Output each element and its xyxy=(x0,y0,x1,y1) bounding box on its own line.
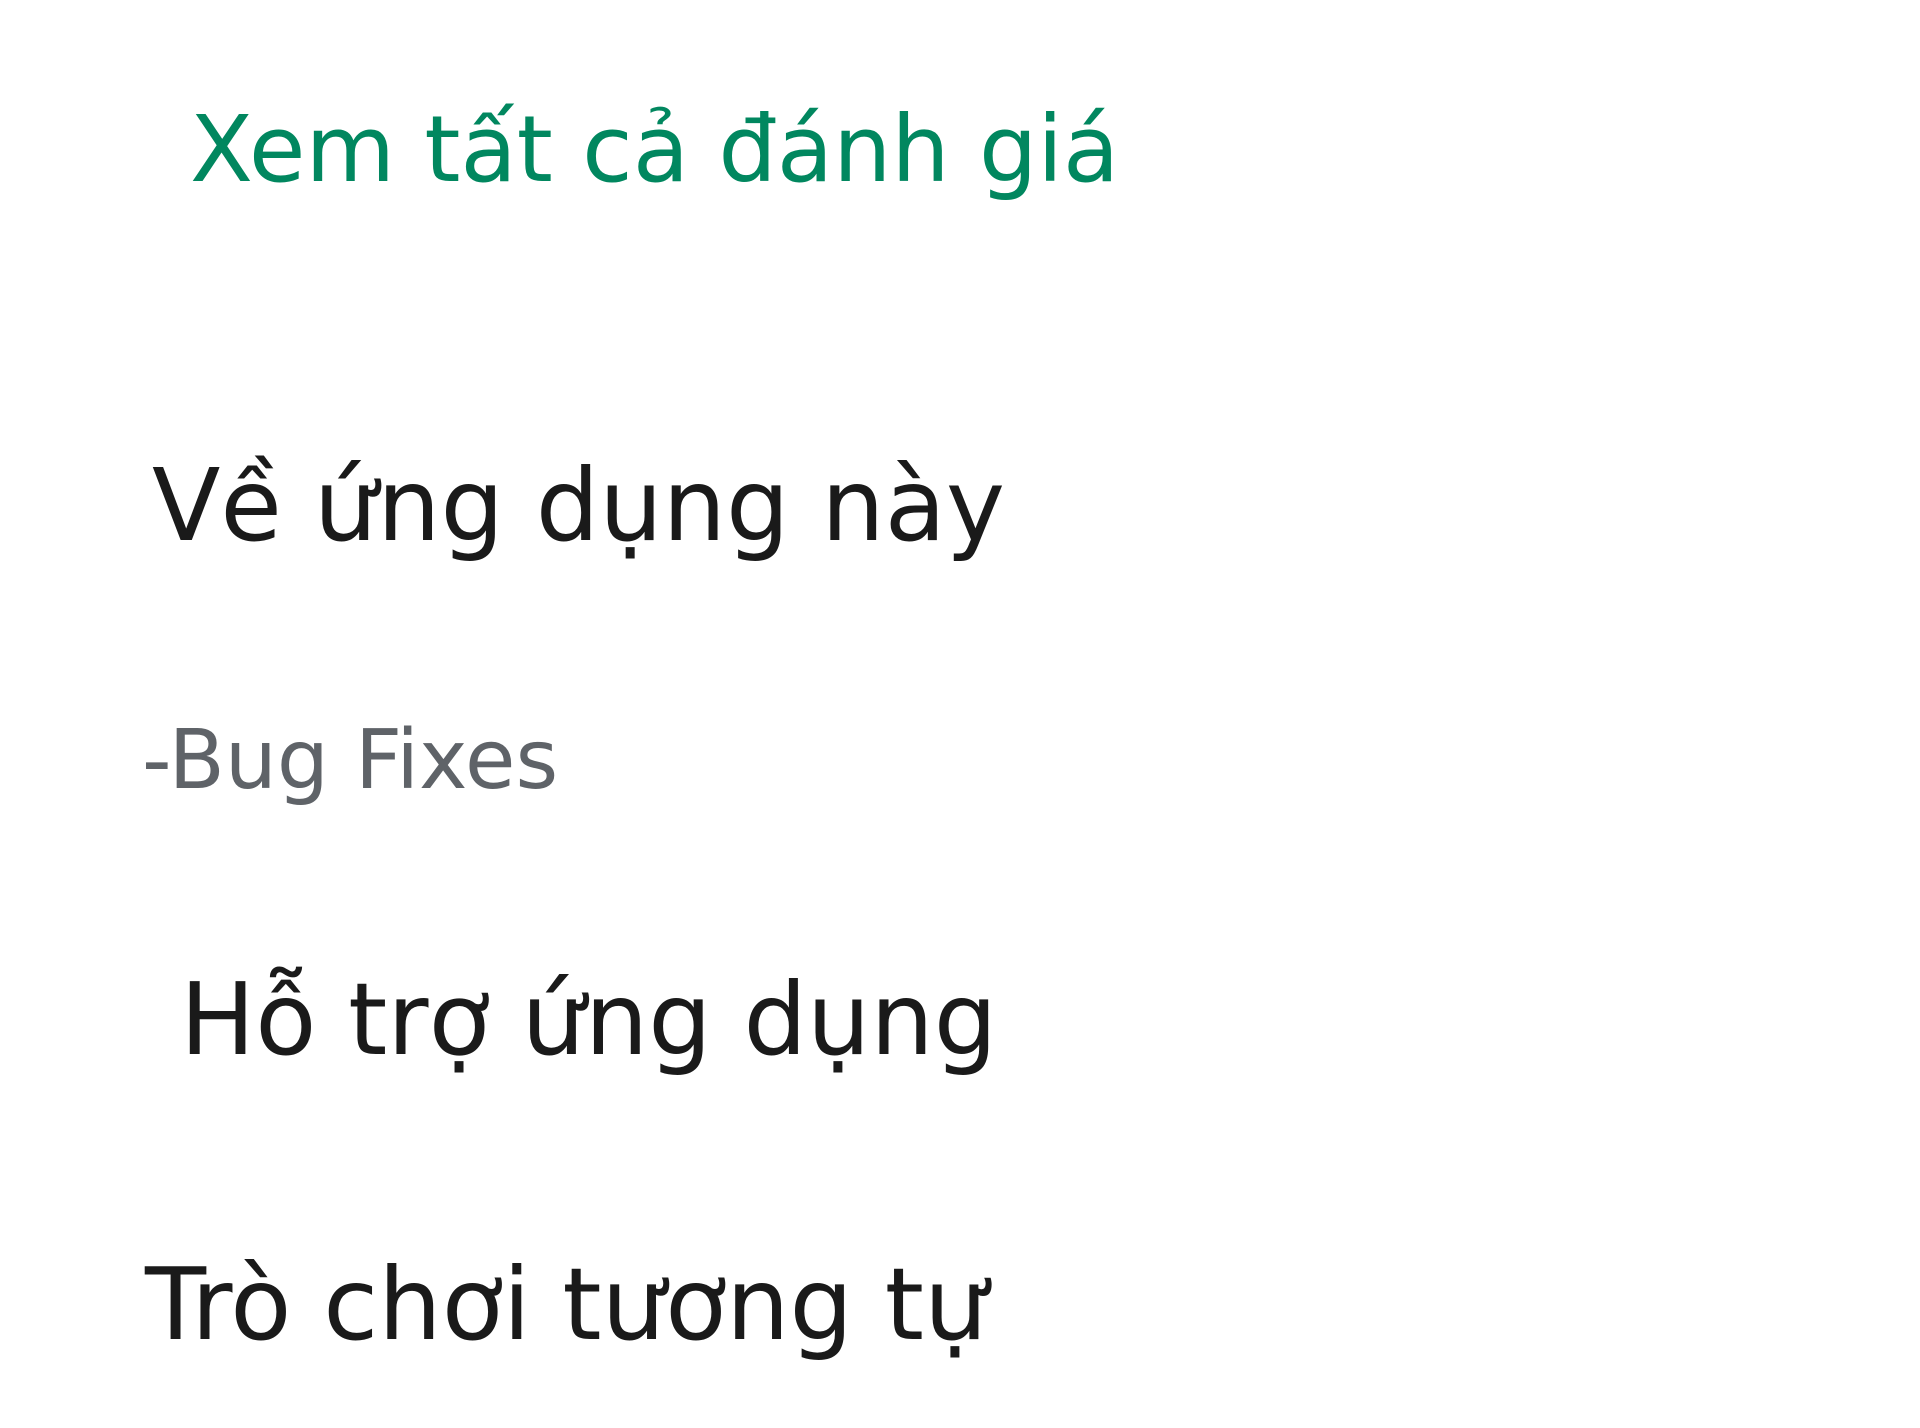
similar-games-heading[interactable]: Trò chơi tương tự xyxy=(145,1255,987,1355)
see-all-reviews-link[interactable]: Xem tất cả đánh giá xyxy=(190,104,1119,196)
about-app-description: -Bug Fixes xyxy=(142,713,559,808)
about-app-heading[interactable]: Về ứng dụng này xyxy=(152,456,1005,556)
app-support-heading[interactable]: Hỗ trợ ứng dụng xyxy=(180,970,997,1070)
